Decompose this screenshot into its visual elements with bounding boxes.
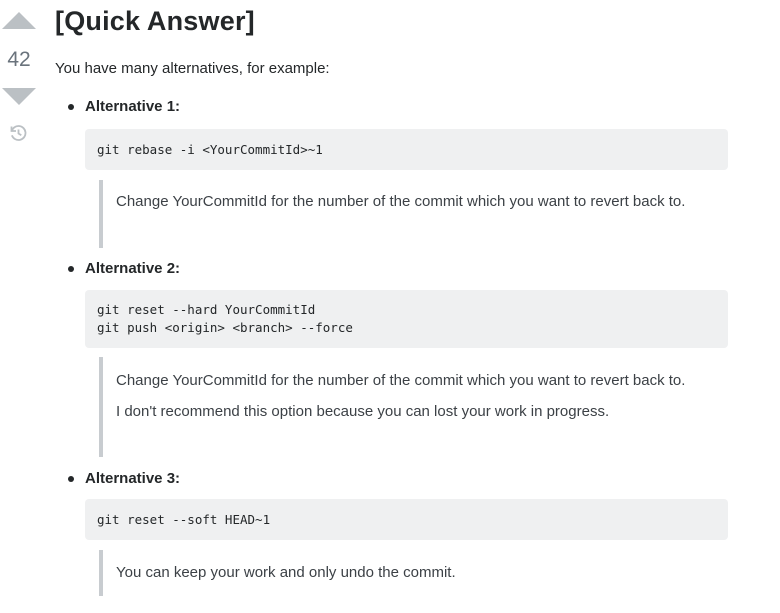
code-line: git reset --soft HEAD~1 [97,511,271,527]
list-bullet [68,266,74,272]
code-line: git reset --hard YourCommitId [97,302,316,317]
alternative-2-label: Alternative 2: [85,260,181,277]
downvote-arrow-icon[interactable] [2,88,36,105]
list-bullet [68,104,74,110]
blockquote-alternative-3: You can keep your work and only undo the… [99,550,699,596]
blockquote-alternative-2: Change YourCommitId for the number of th… [99,357,699,457]
code-line: git push <origin> <branch> --force [97,320,353,335]
alternative-3-label: Alternative 3: [85,470,181,487]
list-bullet [68,476,74,482]
quote-text: I don't recommend this option because yo… [116,403,610,420]
quote-text: Change YourCommitId for the number of th… [116,372,686,389]
answer-container: 42 [Quick Answer] You have many alternat… [0,0,780,613]
code-block-alternative-1: git rebase -i <YourCommitId>~1 [85,129,728,170]
answer-heading: [Quick Answer] [55,6,255,36]
alternative-1-label: Alternative 1: [85,98,181,115]
quote-text: You can keep your work and only undo the… [116,564,456,581]
code-line: git rebase -i <YourCommitId>~1 [97,141,323,157]
quote-text: Change YourCommitId for the number of th… [116,193,686,210]
code-block-alternative-2: git reset --hard YourCommitId git push <… [85,290,728,348]
upvote-arrow-icon[interactable] [2,12,36,29]
vote-count: 42 [7,48,31,71]
blockquote-alternative-1: Change YourCommitId for the number of th… [99,180,699,248]
history-icon[interactable] [8,123,28,143]
intro-text: You have many alternatives, for example: [55,60,330,77]
code-block-alternative-3: git reset --soft HEAD~1 [85,499,728,540]
